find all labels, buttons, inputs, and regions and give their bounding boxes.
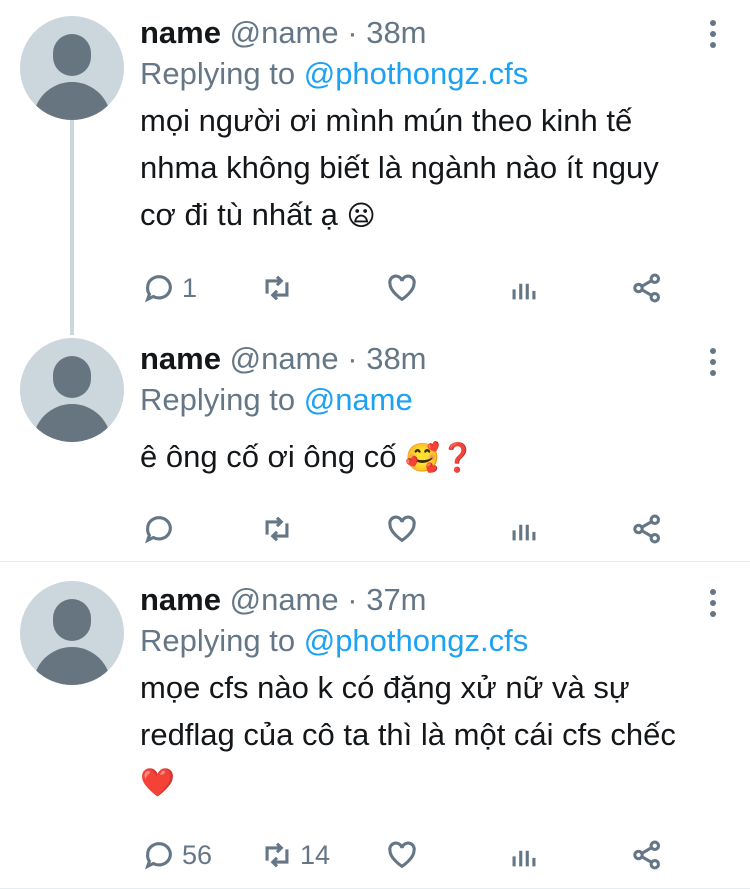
like-button[interactable] — [385, 509, 419, 549]
tweet-text-body: mọe cfs nào k có đặng xử nữ và sự redfla… — [140, 670, 676, 752]
handle[interactable]: @name — [230, 582, 339, 617]
share-button[interactable] — [630, 835, 664, 875]
bar-chart-icon — [512, 283, 536, 300]
tweet-header: name @name · 37m — [140, 581, 700, 619]
retweet-count: 14 — [300, 839, 331, 870]
avatar-head — [53, 356, 91, 398]
separator: · — [347, 582, 358, 617]
replying-to: Replying to @phothongz.cfs — [140, 622, 700, 660]
action-bar: 1 — [140, 268, 700, 308]
tweet[interactable]: name @name · 38m Replying to @name ê ông… — [0, 322, 750, 562]
share-button[interactable] — [630, 509, 664, 549]
timestamp[interactable]: 38m — [366, 15, 426, 50]
display-name[interactable]: name — [140, 582, 221, 617]
avatar-body — [33, 647, 111, 685]
speech-bubble-icon — [144, 516, 172, 544]
tweet-header: name @name · 38m — [140, 340, 700, 378]
display-name[interactable]: name — [140, 341, 221, 376]
heart-icon — [388, 515, 416, 543]
tweet[interactable]: name @name · 37m Replying to @phothongz.… — [0, 563, 750, 889]
retweet-button[interactable]: 14 — [260, 835, 330, 875]
share-icon — [633, 273, 661, 303]
tweet[interactable]: name @name · 38m Replying to @phothongz.… — [0, 0, 750, 335]
tweet-content: name @name · 37m Replying to @phothongz.… — [140, 581, 700, 806]
replying-prefix: Replying to — [140, 623, 296, 658]
handle[interactable]: @name — [230, 341, 339, 376]
emoji: ❤️ — [140, 767, 175, 798]
avatar-head — [53, 599, 91, 641]
tweet-text-body: ê ông cố ơi ông cố — [140, 439, 397, 474]
replying-prefix: Replying to — [140, 56, 296, 91]
replying-to: Replying to @name — [140, 381, 700, 419]
share-button[interactable] — [630, 268, 664, 308]
like-button[interactable] — [385, 268, 419, 308]
reply-button[interactable] — [142, 509, 182, 549]
action-bar — [140, 509, 700, 549]
avatar-body — [33, 404, 111, 442]
handle[interactable]: @name — [230, 15, 339, 50]
reply-button[interactable]: 1 — [142, 268, 197, 308]
stats-button[interactable] — [507, 268, 541, 308]
tweet-header: name @name · 38m — [140, 14, 700, 52]
avatar[interactable] — [20, 16, 124, 120]
share-icon — [633, 840, 661, 870]
retweet-icon — [265, 516, 289, 542]
reply-count: 1 — [182, 272, 198, 303]
thread-line — [70, 120, 74, 335]
vertical-dots-icon[interactable] — [706, 348, 720, 381]
display-name[interactable]: name — [140, 15, 221, 50]
tweet-content: name @name · 38m Replying to @name ê ông… — [140, 340, 700, 481]
avatar[interactable] — [20, 581, 124, 685]
speech-bubble-icon — [144, 275, 172, 303]
emoji: 🥰❓ — [405, 442, 475, 473]
vertical-dots-icon[interactable] — [706, 20, 720, 53]
stats-button[interactable] — [507, 509, 541, 549]
mention-link[interactable]: @phothongz.cfs — [304, 56, 529, 91]
bar-chart-icon — [512, 850, 536, 867]
tweet-text: mọe cfs nào k có đặng xử nữ và sự redfla… — [140, 664, 700, 806]
separator: · — [347, 15, 358, 50]
vertical-dots-icon[interactable] — [706, 589, 720, 622]
retweet-button[interactable] — [260, 268, 300, 308]
reply-count: 56 — [182, 839, 213, 870]
bar-chart-icon — [512, 524, 536, 541]
avatar[interactable] — [20, 338, 124, 442]
avatar-head — [53, 34, 91, 76]
retweet-icon — [265, 275, 289, 301]
retweet-icon — [265, 842, 289, 868]
replying-prefix: Replying to — [140, 382, 296, 417]
tweet-content: name @name · 38m Replying to @phothongz.… — [140, 14, 700, 239]
retweet-button[interactable] — [260, 509, 300, 549]
tweet-text-body: mọi người ơi mình mún theo kinh tế nhma … — [140, 103, 659, 232]
heart-icon — [388, 274, 416, 302]
tweet-text: ê ông cố ơi ông cố 🥰❓ — [140, 433, 700, 481]
heart-icon — [388, 841, 416, 869]
replying-to: Replying to @phothongz.cfs — [140, 55, 700, 93]
reply-button[interactable]: 56 — [142, 835, 212, 875]
speech-bubble-icon — [144, 842, 172, 870]
separator: · — [347, 341, 358, 376]
timestamp[interactable]: 37m — [366, 582, 426, 617]
action-bar: 56 14 — [140, 835, 700, 875]
avatar-body — [33, 82, 111, 120]
timestamp[interactable]: 38m — [366, 341, 426, 376]
like-button[interactable] — [385, 835, 419, 875]
mention-link[interactable]: @name — [304, 382, 413, 417]
share-icon — [633, 514, 661, 544]
emoji: 😦 — [346, 200, 376, 231]
stats-button[interactable] — [507, 835, 541, 875]
mention-link[interactable]: @phothongz.cfs — [304, 623, 529, 658]
tweet-text: mọi người ơi mình mún theo kinh tế nhma … — [140, 97, 700, 239]
